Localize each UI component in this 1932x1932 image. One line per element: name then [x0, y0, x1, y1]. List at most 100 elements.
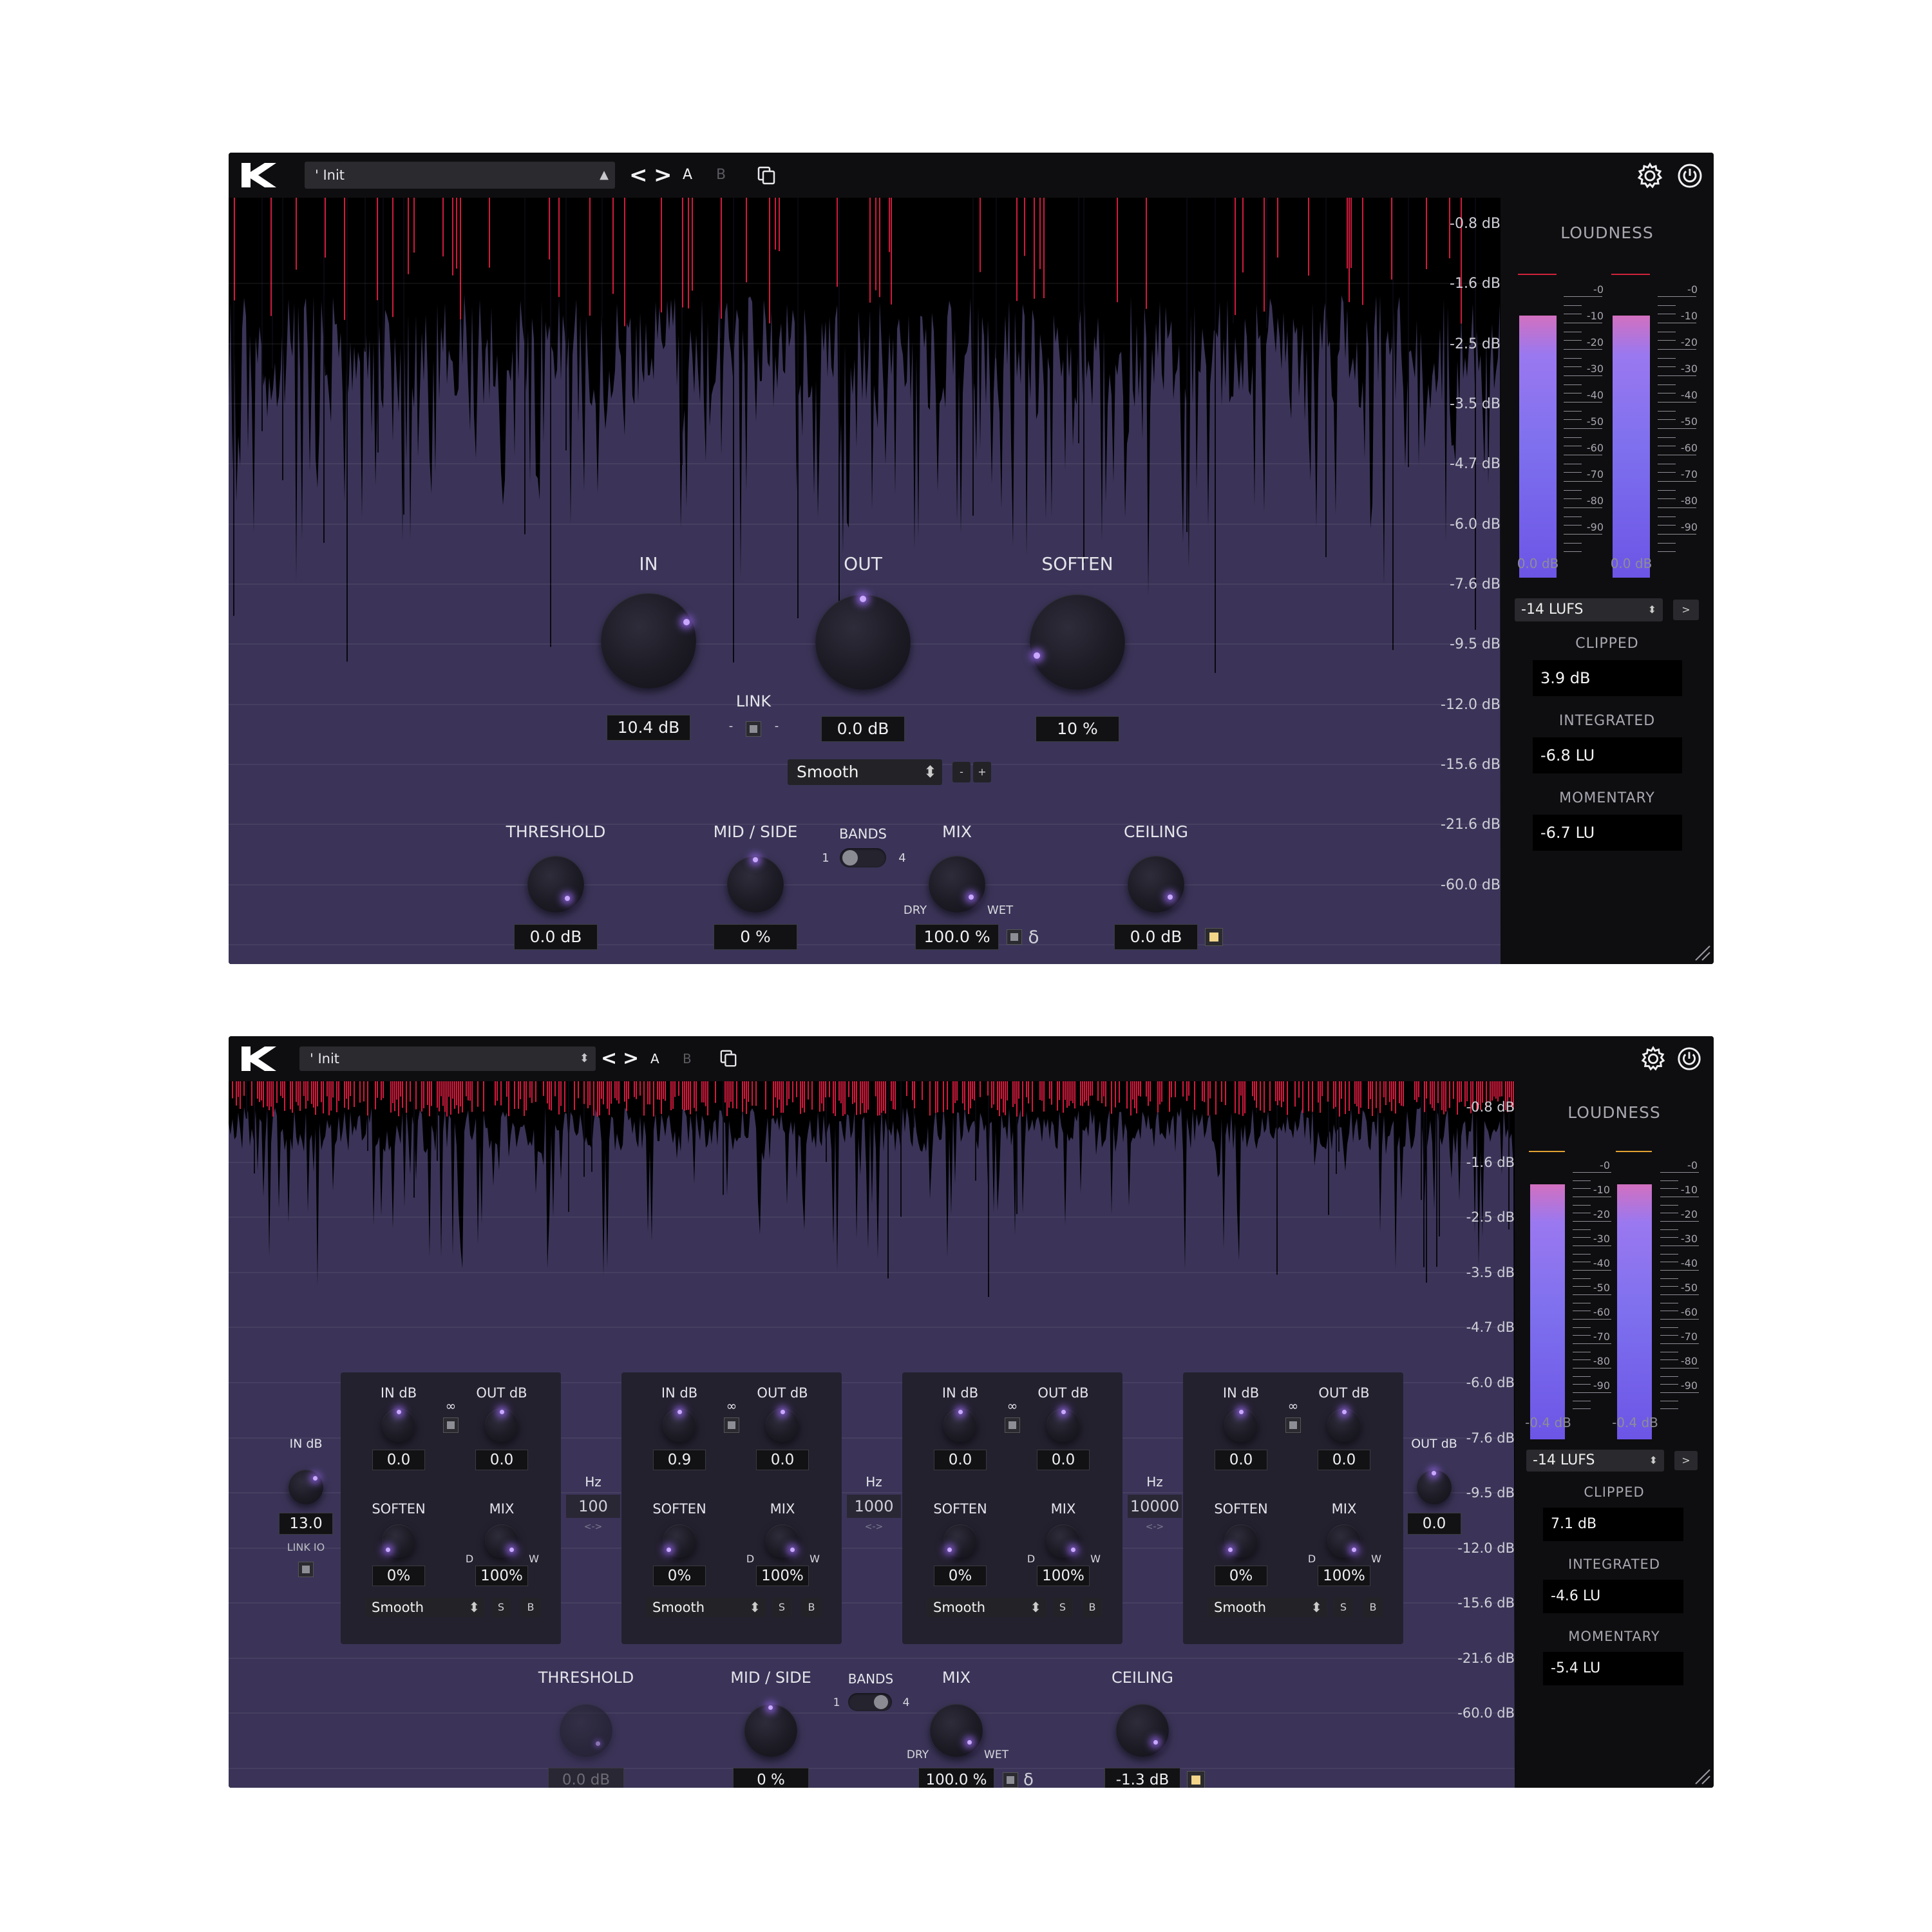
threshold-knob[interactable] — [560, 1704, 612, 1757]
ceiling-knob[interactable] — [1128, 856, 1184, 913]
band-link-toggle[interactable] — [724, 1417, 739, 1433]
gear-icon[interactable] — [1636, 162, 1663, 189]
threshold-value[interactable]: 0.0 dB — [514, 924, 598, 950]
lufs-target-select[interactable]: -14 LUFS ⬍ — [1515, 598, 1663, 621]
mix-knob[interactable] — [930, 1704, 983, 1757]
band-in-knob[interactable] — [382, 1408, 415, 1442]
soften-value[interactable]: 10 % — [1036, 716, 1119, 742]
global-out-value[interactable]: 0.0 — [1407, 1513, 1461, 1535]
band-mix-knob[interactable] — [1046, 1524, 1080, 1558]
mid-side-knob[interactable] — [727, 856, 784, 913]
band-out-knob[interactable] — [1046, 1408, 1080, 1442]
next-preset-button[interactable]: > — [654, 159, 672, 191]
band-link-toggle[interactable] — [443, 1417, 459, 1433]
band-bypass-button[interactable]: B — [802, 1598, 821, 1617]
state-b-button[interactable]: B — [716, 159, 726, 191]
crossover-frequency-value[interactable]: 10000 — [1128, 1495, 1182, 1518]
crossover-frequency-value[interactable]: 1000 — [847, 1495, 901, 1518]
band-soften-value[interactable]: 0% — [372, 1566, 425, 1586]
ceiling-knob[interactable] — [1116, 1704, 1169, 1757]
copy-icon[interactable] — [757, 166, 776, 185]
band-bypass-button[interactable]: B — [1363, 1598, 1383, 1617]
band-soften-value[interactable]: 0% — [1215, 1566, 1267, 1586]
mid-side-knob[interactable] — [744, 1704, 797, 1757]
band-out-value[interactable]: 0.0 — [1318, 1450, 1370, 1470]
out-knob[interactable] — [815, 594, 911, 690]
band-in-value[interactable]: 0.0 — [1215, 1450, 1267, 1470]
out-value[interactable]: 0.0 dB — [821, 716, 905, 742]
ceiling-true-peak-toggle[interactable] — [1187, 1771, 1205, 1788]
band-mode-select[interactable]: Smooth ⬍ — [646, 1598, 766, 1617]
band-link-toggle[interactable] — [1285, 1417, 1301, 1433]
band-soften-knob[interactable] — [943, 1524, 977, 1558]
global-in-knob[interactable] — [289, 1470, 323, 1504]
band-soften-knob[interactable] — [382, 1524, 415, 1558]
link-io-toggle[interactable] — [298, 1562, 314, 1577]
band-mode-select[interactable]: Smooth ⬍ — [365, 1598, 485, 1617]
band-soften-knob[interactable] — [663, 1524, 696, 1558]
band-bypass-button[interactable]: B — [521, 1598, 540, 1617]
band-solo-button[interactable]: S — [772, 1598, 791, 1617]
prev-preset-button[interactable]: < — [601, 1043, 617, 1075]
gear-icon[interactable] — [1640, 1046, 1666, 1072]
power-icon[interactable] — [1676, 1046, 1702, 1072]
band-in-knob[interactable] — [943, 1408, 977, 1442]
state-a-button[interactable]: A — [650, 1043, 659, 1075]
band-solo-button[interactable]: S — [1053, 1598, 1072, 1617]
lufs-next-button[interactable]: > — [1673, 600, 1699, 620]
band-mix-value[interactable]: 100% — [1318, 1566, 1370, 1586]
band-soften-knob[interactable] — [1224, 1524, 1258, 1558]
band-out-knob[interactable] — [766, 1408, 799, 1442]
band-soften-value[interactable]: 0% — [934, 1566, 987, 1586]
band-mix-value[interactable]: 100% — [475, 1566, 528, 1586]
band-out-value[interactable]: 0.0 — [475, 1450, 528, 1470]
band-bypass-button[interactable]: B — [1083, 1598, 1102, 1617]
band-in-knob[interactable] — [1224, 1408, 1258, 1442]
mode-plus-button[interactable]: + — [973, 762, 991, 782]
band-mix-value[interactable]: 100% — [1037, 1566, 1090, 1586]
band-soften-value[interactable]: 0% — [653, 1566, 706, 1586]
mix-value[interactable]: 100.0 % — [918, 1768, 994, 1788]
band-mix-value[interactable]: 100% — [756, 1566, 809, 1586]
mix-knob[interactable] — [929, 856, 985, 913]
band-mode-select[interactable]: Smooth ⬍ — [927, 1598, 1046, 1617]
delta-toggle[interactable] — [1007, 929, 1022, 945]
global-in-value[interactable]: 13.0 — [279, 1513, 333, 1535]
threshold-knob[interactable] — [527, 856, 584, 913]
mode-minus-button[interactable]: - — [952, 762, 971, 782]
band-solo-button[interactable]: S — [491, 1598, 511, 1617]
power-icon[interactable] — [1676, 162, 1703, 189]
mid-side-value[interactable]: 0 % — [733, 1768, 809, 1788]
state-b-button[interactable]: B — [683, 1043, 692, 1075]
mix-value[interactable]: 100.0 % — [915, 924, 999, 950]
band-mix-knob[interactable] — [485, 1524, 518, 1558]
prev-preset-button[interactable]: < — [629, 159, 648, 191]
band-in-knob[interactable] — [663, 1408, 696, 1442]
lufs-target-select[interactable]: -14 LUFS ⬍ — [1526, 1450, 1664, 1472]
link-toggle[interactable] — [746, 721, 761, 737]
band-mix-knob[interactable] — [1327, 1524, 1361, 1558]
in-knob[interactable] — [601, 593, 696, 688]
copy-icon[interactable] — [719, 1049, 737, 1067]
ceiling-value[interactable]: 0.0 dB — [1114, 924, 1198, 950]
band-in-value[interactable]: 0.0 — [934, 1450, 987, 1470]
bands-toggle[interactable] — [840, 848, 886, 867]
global-out-knob[interactable] — [1417, 1470, 1452, 1504]
resize-grip-icon[interactable] — [1693, 1767, 1711, 1785]
mode-select[interactable]: Smooth ⬍ — [788, 759, 942, 785]
band-out-knob[interactable] — [1327, 1408, 1361, 1442]
band-link-toggle[interactable] — [1005, 1417, 1020, 1433]
band-out-knob[interactable] — [485, 1408, 518, 1442]
delta-toggle[interactable] — [1003, 1772, 1018, 1788]
band-out-value[interactable]: 0.0 — [1037, 1450, 1090, 1470]
ceiling-true-peak-toggle[interactable] — [1205, 928, 1223, 946]
ceiling-value[interactable]: -1.3 dB — [1104, 1768, 1180, 1788]
bands-toggle[interactable] — [848, 1693, 892, 1711]
band-in-value[interactable]: 0.9 — [653, 1450, 706, 1470]
soften-knob[interactable] — [1030, 594, 1125, 690]
band-in-value[interactable]: 0.0 — [372, 1450, 425, 1470]
in-value[interactable]: 10.4 dB — [607, 715, 690, 741]
preset-selector[interactable]: ' Init ⬍ — [299, 1046, 596, 1071]
band-mode-select[interactable]: Smooth ⬍ — [1208, 1598, 1327, 1617]
resize-grip-icon[interactable] — [1693, 943, 1711, 961]
